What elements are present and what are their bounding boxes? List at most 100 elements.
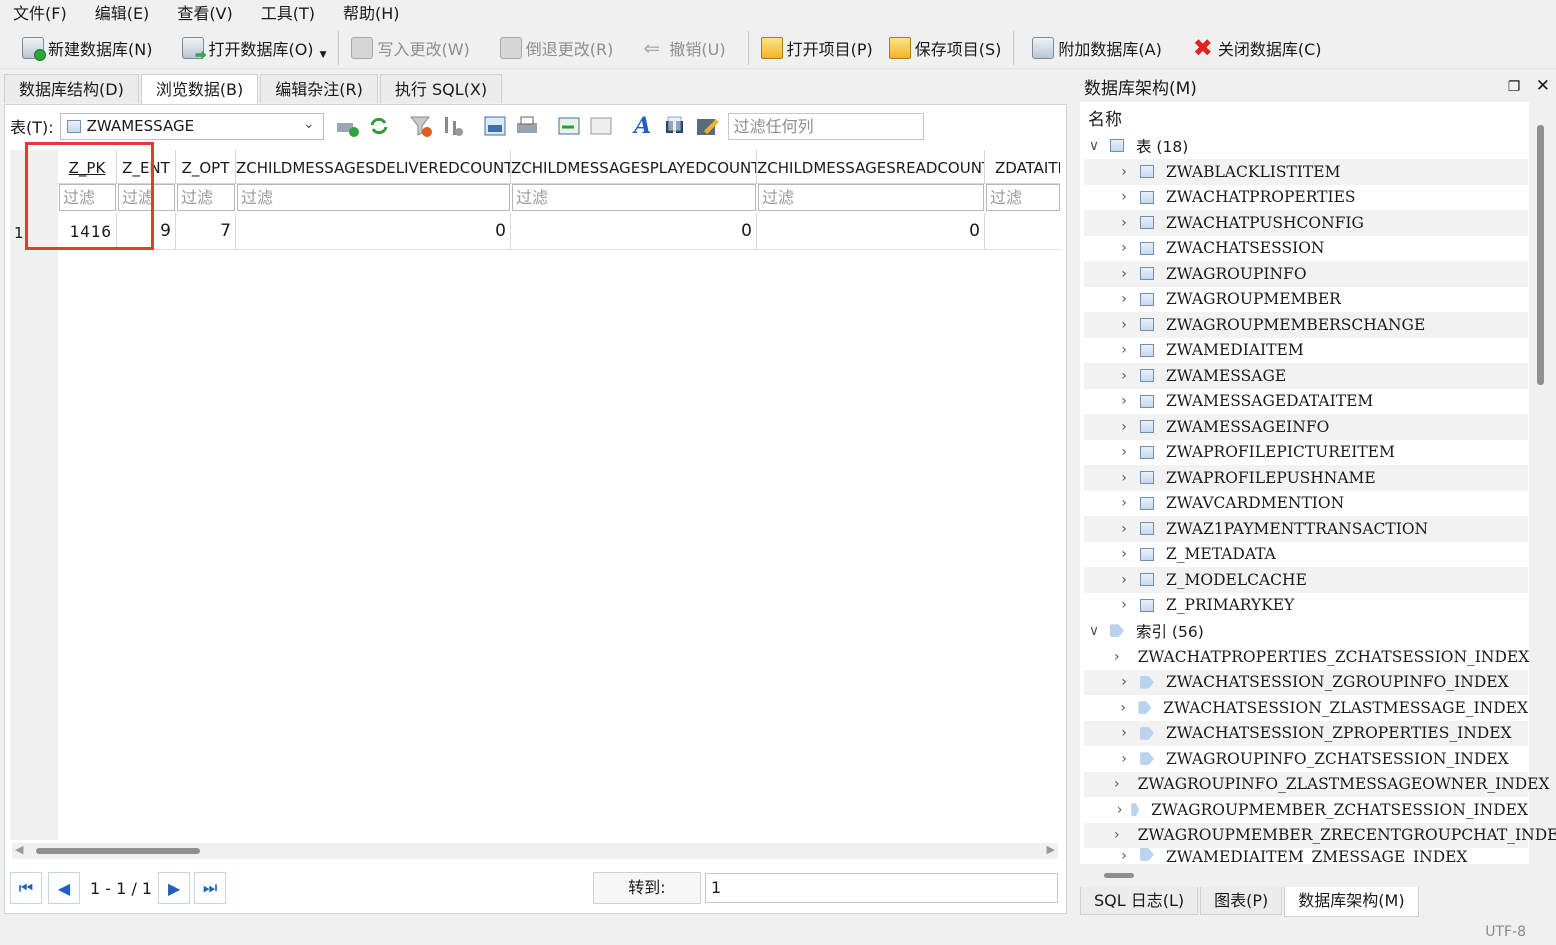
- chevron-right-icon[interactable]: ›: [1114, 342, 1134, 358]
- chevron-right-icon[interactable]: ›: [1114, 725, 1134, 741]
- save-table-icon[interactable]: [482, 113, 508, 139]
- next-page-button[interactable]: ▶: [158, 872, 191, 904]
- chevron-right-icon[interactable]: ›: [1114, 848, 1134, 864]
- open-project-button[interactable]: 打开项目(P): [753, 31, 881, 65]
- tab-browse-data[interactable]: 浏览数据(B): [140, 74, 259, 105]
- previous-page-button[interactable]: ◀: [48, 872, 80, 904]
- goto-input[interactable]: 1: [705, 873, 1058, 903]
- column-header-read-count[interactable]: ZCHILDMESSAGESREADCOUNT: [757, 150, 985, 184]
- refresh-icon[interactable]: [366, 113, 392, 139]
- tree-item-table[interactable]: › ZWAMESSAGE: [1084, 363, 1528, 389]
- tree-item-index[interactable]: › ZWACHATSESSION_ZLASTMESSAGE_INDEX: [1084, 695, 1528, 721]
- chevron-right-icon[interactable]: ›: [1114, 215, 1134, 231]
- tree-item-index[interactable]: › ZWAGROUPINFO_ZCHATSESSION_INDEX: [1084, 746, 1528, 772]
- tree-item-table[interactable]: › ZWACHATPUSHCONFIG: [1084, 210, 1528, 236]
- tree-item-table[interactable]: › Z_METADATA: [1084, 542, 1528, 568]
- menu-help[interactable]: 帮助(H): [334, 1, 409, 27]
- chevron-right-icon[interactable]: ›: [1114, 393, 1134, 409]
- tree-item-index[interactable]: › ZWAGROUPMEMBER_ZRECENTGROUPCHAT_INDEX: [1084, 822, 1556, 848]
- tree-item-table[interactable]: › ZWACHATSESSION: [1084, 236, 1528, 262]
- tree-group-indexes[interactable]: ∨ 索引 (56): [1084, 618, 1528, 644]
- filter-input-played-count[interactable]: 过滤: [512, 184, 756, 211]
- tree-item-table[interactable]: › ZWAGROUPMEMBERSCHANGE: [1084, 312, 1528, 338]
- tree-item-table[interactable]: › ZWAMEDIAITEM: [1084, 338, 1528, 364]
- tab-plot[interactable]: 图表(P): [1200, 887, 1283, 915]
- chevron-right-icon[interactable]: ›: [1114, 495, 1134, 511]
- tree-item-index[interactable]: › ZWACHATSESSION_ZPROPERTIES_INDEX: [1084, 720, 1528, 746]
- chevron-right-icon[interactable]: ›: [1114, 164, 1134, 180]
- tree-group-tables[interactable]: ∨ 表 (18): [1084, 133, 1528, 159]
- tab-edit-pragmas[interactable]: 编辑杂注(R): [260, 74, 378, 103]
- chevron-down-icon[interactable]: ∨: [1084, 623, 1104, 639]
- row-number[interactable]: 1: [14, 224, 24, 242]
- column-header-delivered-count[interactable]: ZCHILDMESSAGESDELIVEREDCOUNT: [236, 150, 511, 184]
- chevron-right-icon[interactable]: ›: [1114, 291, 1134, 307]
- chevron-right-icon[interactable]: ›: [1114, 802, 1125, 818]
- chevron-right-icon[interactable]: ›: [1114, 368, 1134, 384]
- tree-item-table[interactable]: › ZWAZ1PAYMENTTRANSACTION: [1084, 516, 1528, 542]
- tab-execute-sql[interactable]: 执行 SQL(X): [379, 74, 503, 103]
- chevron-right-icon[interactable]: ›: [1114, 776, 1120, 792]
- chevron-right-icon[interactable]: ›: [1114, 240, 1134, 256]
- tree-item-table[interactable]: › ZWAVCARDMENTION: [1084, 491, 1528, 517]
- chevron-right-icon[interactable]: ›: [1114, 189, 1134, 205]
- font-icon[interactable]: A: [630, 113, 656, 139]
- tab-sql-log[interactable]: SQL 日志(L): [1080, 887, 1199, 915]
- attach-database-button[interactable]: 附加数据库(A): [1024, 31, 1169, 65]
- menu-view[interactable]: 查看(V): [168, 1, 241, 27]
- open-database-button[interactable]: 打开数据库(O) ▼: [174, 31, 334, 65]
- filter-input-read-count[interactable]: 过滤: [758, 184, 984, 211]
- chevron-right-icon[interactable]: ›: [1114, 521, 1134, 537]
- first-page-button[interactable]: ⏮: [10, 872, 42, 904]
- chevron-right-icon[interactable]: ›: [1114, 751, 1134, 767]
- tree-item-table[interactable]: › ZWAPROFILEPICTUREITEM: [1084, 440, 1528, 466]
- goto-button[interactable]: 转到:: [593, 872, 701, 904]
- chevron-right-icon[interactable]: ›: [1114, 419, 1134, 435]
- tab-database-structure[interactable]: 数据库结构(D): [4, 74, 139, 103]
- find-icon[interactable]: [662, 113, 688, 139]
- paste-cells-icon[interactable]: [588, 113, 614, 139]
- tree-item-table[interactable]: › ZWAGROUPMEMBER: [1084, 287, 1528, 313]
- table-cell-read-count[interactable]: 0: [757, 213, 985, 250]
- chevron-right-icon[interactable]: ›: [1114, 444, 1134, 460]
- save-project-button[interactable]: 保存项目(S): [881, 31, 1010, 65]
- revert-changes-button[interactable]: 倒退更改(R): [492, 31, 622, 65]
- chevron-down-icon[interactable]: ∨: [1084, 138, 1104, 154]
- tree-item-table[interactable]: › ZWABLACKLISTITEM: [1084, 159, 1528, 185]
- chevron-right-icon[interactable]: ›: [1114, 674, 1134, 690]
- menu-edit[interactable]: 编辑(E): [86, 1, 159, 27]
- undo-button[interactable]: ⇐ 撤销(U): [635, 31, 733, 65]
- vertical-scroll-thumb[interactable]: [1537, 125, 1544, 385]
- table-select[interactable]: ZWAMESSAGE ⌄: [59, 112, 324, 140]
- tree-item-table[interactable]: › ZWAGROUPINFO: [1084, 261, 1528, 287]
- clear-filters-icon[interactable]: [408, 113, 434, 139]
- filter-input-delivered-count[interactable]: 过滤: [237, 184, 510, 211]
- tree-item-table[interactable]: › ZWAPROFILEPUSHNAME: [1084, 465, 1528, 491]
- filter-any-column-input[interactable]: 过滤任何列: [727, 112, 924, 140]
- chevron-right-icon[interactable]: ›: [1114, 649, 1120, 665]
- dropdown-arrow-icon[interactable]: ▼: [320, 50, 327, 60]
- float-panel-icon[interactable]: ❐: [1508, 79, 1521, 95]
- tab-db-schema[interactable]: 数据库架构(M): [1284, 887, 1419, 917]
- tree-item-table[interactable]: › ZWAMESSAGEDATAITEM: [1084, 389, 1528, 415]
- chevron-right-icon[interactable]: ›: [1114, 827, 1120, 843]
- chevron-right-icon[interactable]: ›: [1114, 470, 1134, 486]
- tree-item-index[interactable]: › ZWACHATPROPERTIES_ZCHATSESSION_INDEX: [1084, 644, 1529, 670]
- column-header-z-opt[interactable]: Z_OPT: [176, 150, 236, 184]
- column-header-played-count[interactable]: ZCHILDMESSAGESPLAYEDCOUNT: [511, 150, 757, 184]
- chevron-right-icon[interactable]: ›: [1114, 700, 1132, 716]
- tree-item-table[interactable]: › ZWAMESSAGEINFO: [1084, 414, 1528, 440]
- table-cell-delivered-count[interactable]: 0: [236, 213, 511, 250]
- tree-item-table[interactable]: › Z_PRIMARYKEY: [1084, 593, 1528, 619]
- filter-input-z-opt[interactable]: 过滤: [177, 184, 235, 211]
- column-header-zdataitem[interactable]: ZDATAITEM: [985, 150, 1060, 184]
- table-cell-zdataitem[interactable]: [985, 213, 1060, 250]
- chevron-right-icon[interactable]: ›: [1114, 317, 1134, 333]
- insert-record-icon[interactable]: [334, 113, 360, 139]
- tree-item-table[interactable]: › ZWACHATPROPERTIES: [1084, 185, 1528, 211]
- copy-cells-icon[interactable]: [556, 113, 582, 139]
- table-cell-z-opt[interactable]: 7: [176, 213, 236, 250]
- chevron-right-icon[interactable]: ›: [1114, 572, 1134, 588]
- new-database-button[interactable]: 新建数据库(N): [14, 31, 160, 65]
- chevron-right-icon[interactable]: ›: [1114, 546, 1134, 562]
